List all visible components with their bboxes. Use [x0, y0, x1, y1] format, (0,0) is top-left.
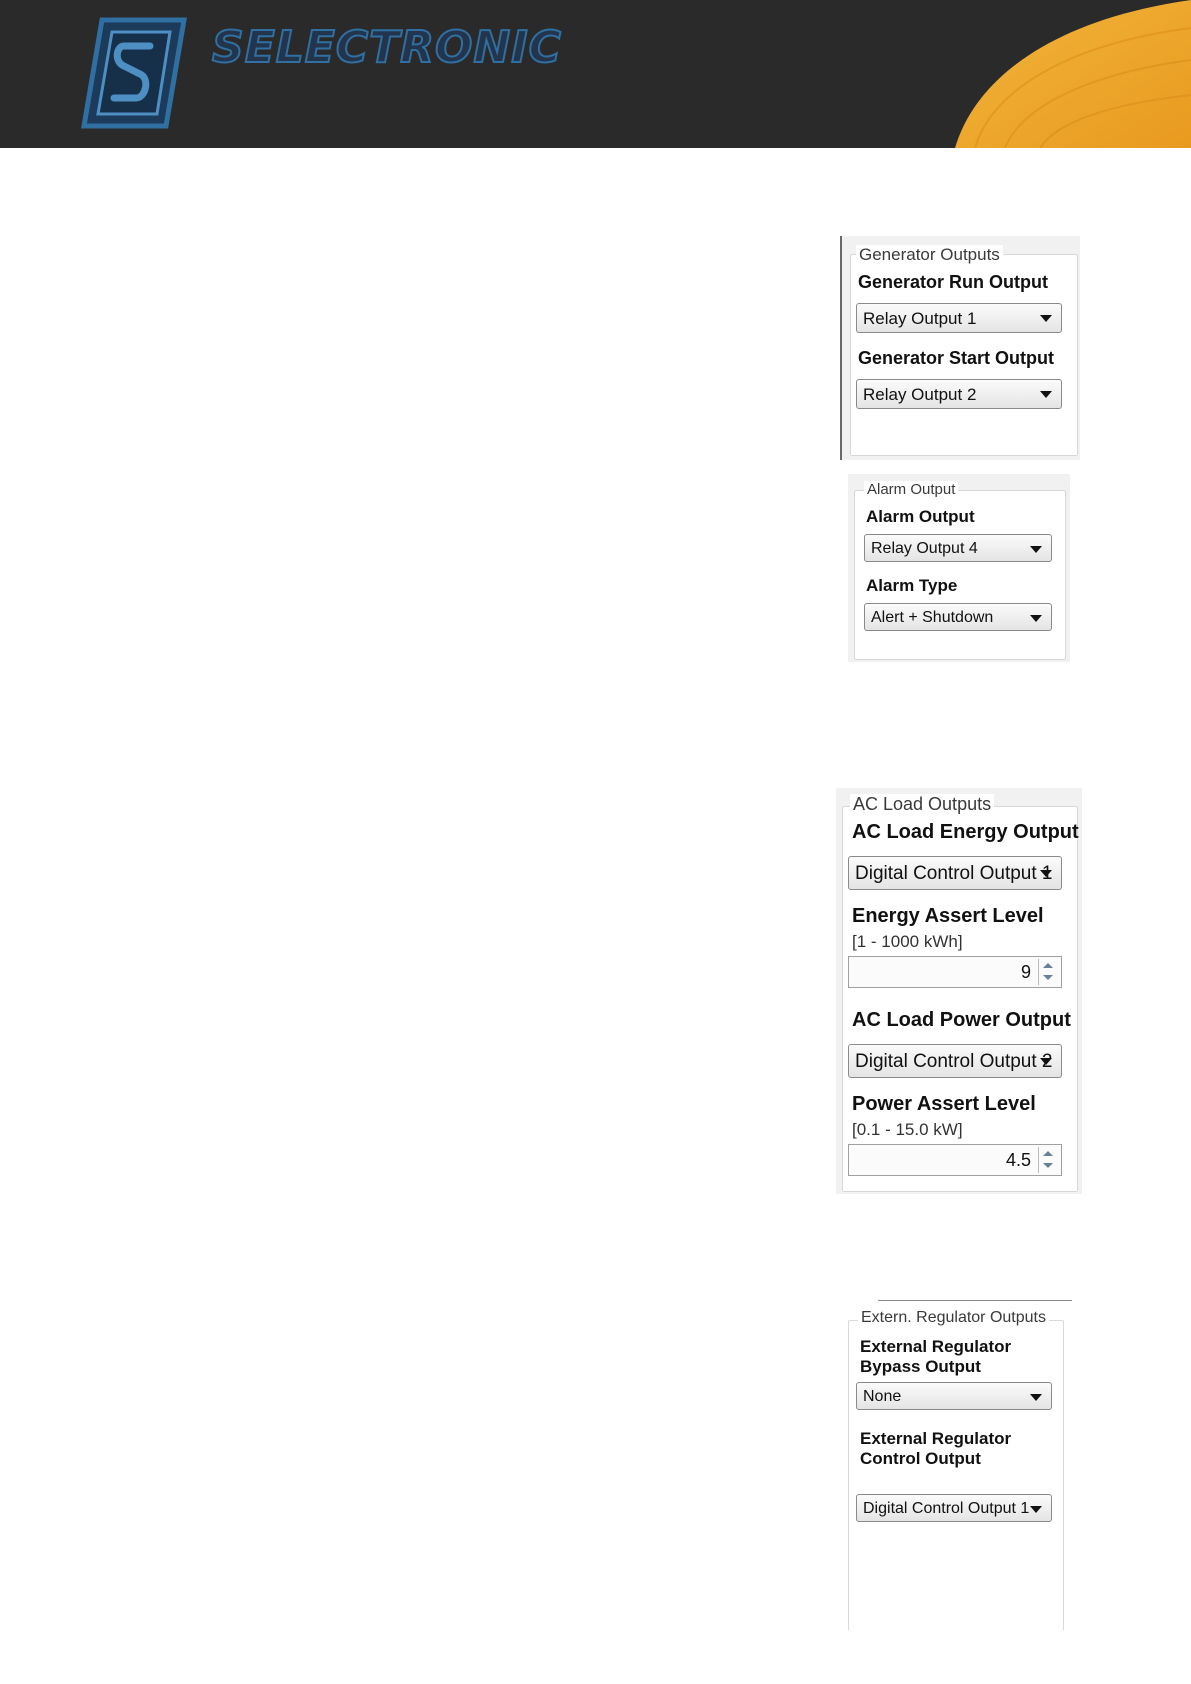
- energy-assert-level-spinner[interactable]: 9: [848, 956, 1062, 988]
- chevron-down-icon: [1030, 1506, 1042, 1513]
- ac-load-energy-output-label: AC Load Energy Output: [852, 821, 1079, 843]
- alarm-type-select[interactable]: Alert + Shutdown: [864, 603, 1052, 631]
- alarm-output-select[interactable]: Relay Output 4: [864, 534, 1052, 562]
- header-banner: SELECTRONIC: [0, 0, 1191, 148]
- ac-load-outputs-panel: AC Load Outputs AC Load Energy Output Di…: [836, 788, 1082, 1194]
- alarm-output-panel: Alarm Output Alarm Output Relay Output 4…: [848, 474, 1070, 662]
- chevron-down-icon: [1040, 1058, 1052, 1065]
- alarm-output-label: Alarm Output: [866, 507, 975, 526]
- bypass-output-select[interactable]: None: [856, 1382, 1052, 1410]
- chevron-down-icon: [1040, 391, 1052, 398]
- chevron-down-icon: [1040, 870, 1052, 877]
- ac-load-power-output-value: Digital Control Output 2: [855, 1051, 1053, 1072]
- generator-outputs-panel: Generator Outputs Generator Run Output R…: [840, 236, 1080, 460]
- ac-load-energy-output-value: Digital Control Output 1: [855, 863, 1053, 884]
- control-output-select[interactable]: Digital Control Output 1: [856, 1494, 1052, 1522]
- alarm-output-legend: Alarm Output: [864, 481, 959, 498]
- spin-up-icon[interactable]: [1043, 1151, 1053, 1156]
- bypass-output-value: None: [863, 1388, 902, 1405]
- alarm-output-value: Relay Output 4: [871, 540, 978, 557]
- bypass-output-label-line2: Bypass Output: [860, 1357, 981, 1376]
- control-output-label-line2: Control Output: [860, 1449, 981, 1468]
- extern-regulator-outputs-panel: Extern. Regulator Outputs External Regul…: [848, 1308, 1064, 1631]
- control-output-label-line1: External Regulator: [860, 1429, 1012, 1448]
- generator-run-output-value: Relay Output 1: [863, 309, 977, 328]
- spin-down-icon[interactable]: [1043, 1163, 1053, 1168]
- power-assert-level-spinner[interactable]: 4.5: [848, 1144, 1062, 1176]
- bypass-output-label-line1: External Regulator: [860, 1337, 1012, 1356]
- spin-down-icon[interactable]: [1043, 975, 1053, 980]
- energy-assert-level-value: 9: [1020, 962, 1031, 982]
- generator-start-output-select[interactable]: Relay Output 2: [856, 379, 1062, 409]
- generator-run-output-label: Generator Run Output: [858, 272, 1048, 292]
- generator-start-output-value: Relay Output 2: [863, 385, 977, 404]
- generator-outputs-legend: Generator Outputs: [856, 245, 1003, 265]
- alarm-type-label: Alarm Type: [866, 576, 958, 595]
- energy-assert-level-label: Energy Assert Level: [852, 905, 1044, 927]
- ac-load-power-output-label: AC Load Power Output: [852, 1009, 1071, 1031]
- selectronic-logo-icon: [81, 17, 187, 129]
- power-assert-level-label: Power Assert Level: [852, 1093, 1036, 1115]
- generator-run-output-select[interactable]: Relay Output 1: [856, 303, 1062, 333]
- extern-regulator-outputs-legend: Extern. Regulator Outputs: [858, 1309, 1049, 1327]
- spin-up-icon[interactable]: [1043, 963, 1053, 968]
- energy-assert-level-range: [1 - 1000 kWh]: [852, 932, 963, 951]
- ac-load-energy-output-select[interactable]: Digital Control Output 1: [848, 856, 1062, 890]
- power-assert-level-value: 4.5: [1005, 1150, 1031, 1170]
- power-assert-level-range: [0.1 - 15.0 kW]: [852, 1120, 963, 1139]
- spinner-buttons[interactable]: [1038, 1147, 1059, 1173]
- brand-wordmark: SELECTRONIC: [211, 21, 562, 74]
- spinner-buttons[interactable]: [1038, 959, 1059, 985]
- generator-start-output-label: Generator Start Output: [858, 348, 1055, 368]
- alarm-type-value: Alert + Shutdown: [871, 609, 994, 626]
- control-output-value: Digital Control Output 1: [863, 1500, 1030, 1517]
- chevron-down-icon: [1030, 546, 1042, 553]
- extern-regulator-top-rule: [878, 1300, 1072, 1301]
- ac-load-power-output-select[interactable]: Digital Control Output 2: [848, 1044, 1062, 1078]
- ac-load-outputs-legend: AC Load Outputs: [850, 794, 995, 815]
- chevron-down-icon: [1030, 615, 1042, 622]
- chevron-down-icon: [1040, 315, 1052, 322]
- chevron-down-icon: [1030, 1394, 1042, 1401]
